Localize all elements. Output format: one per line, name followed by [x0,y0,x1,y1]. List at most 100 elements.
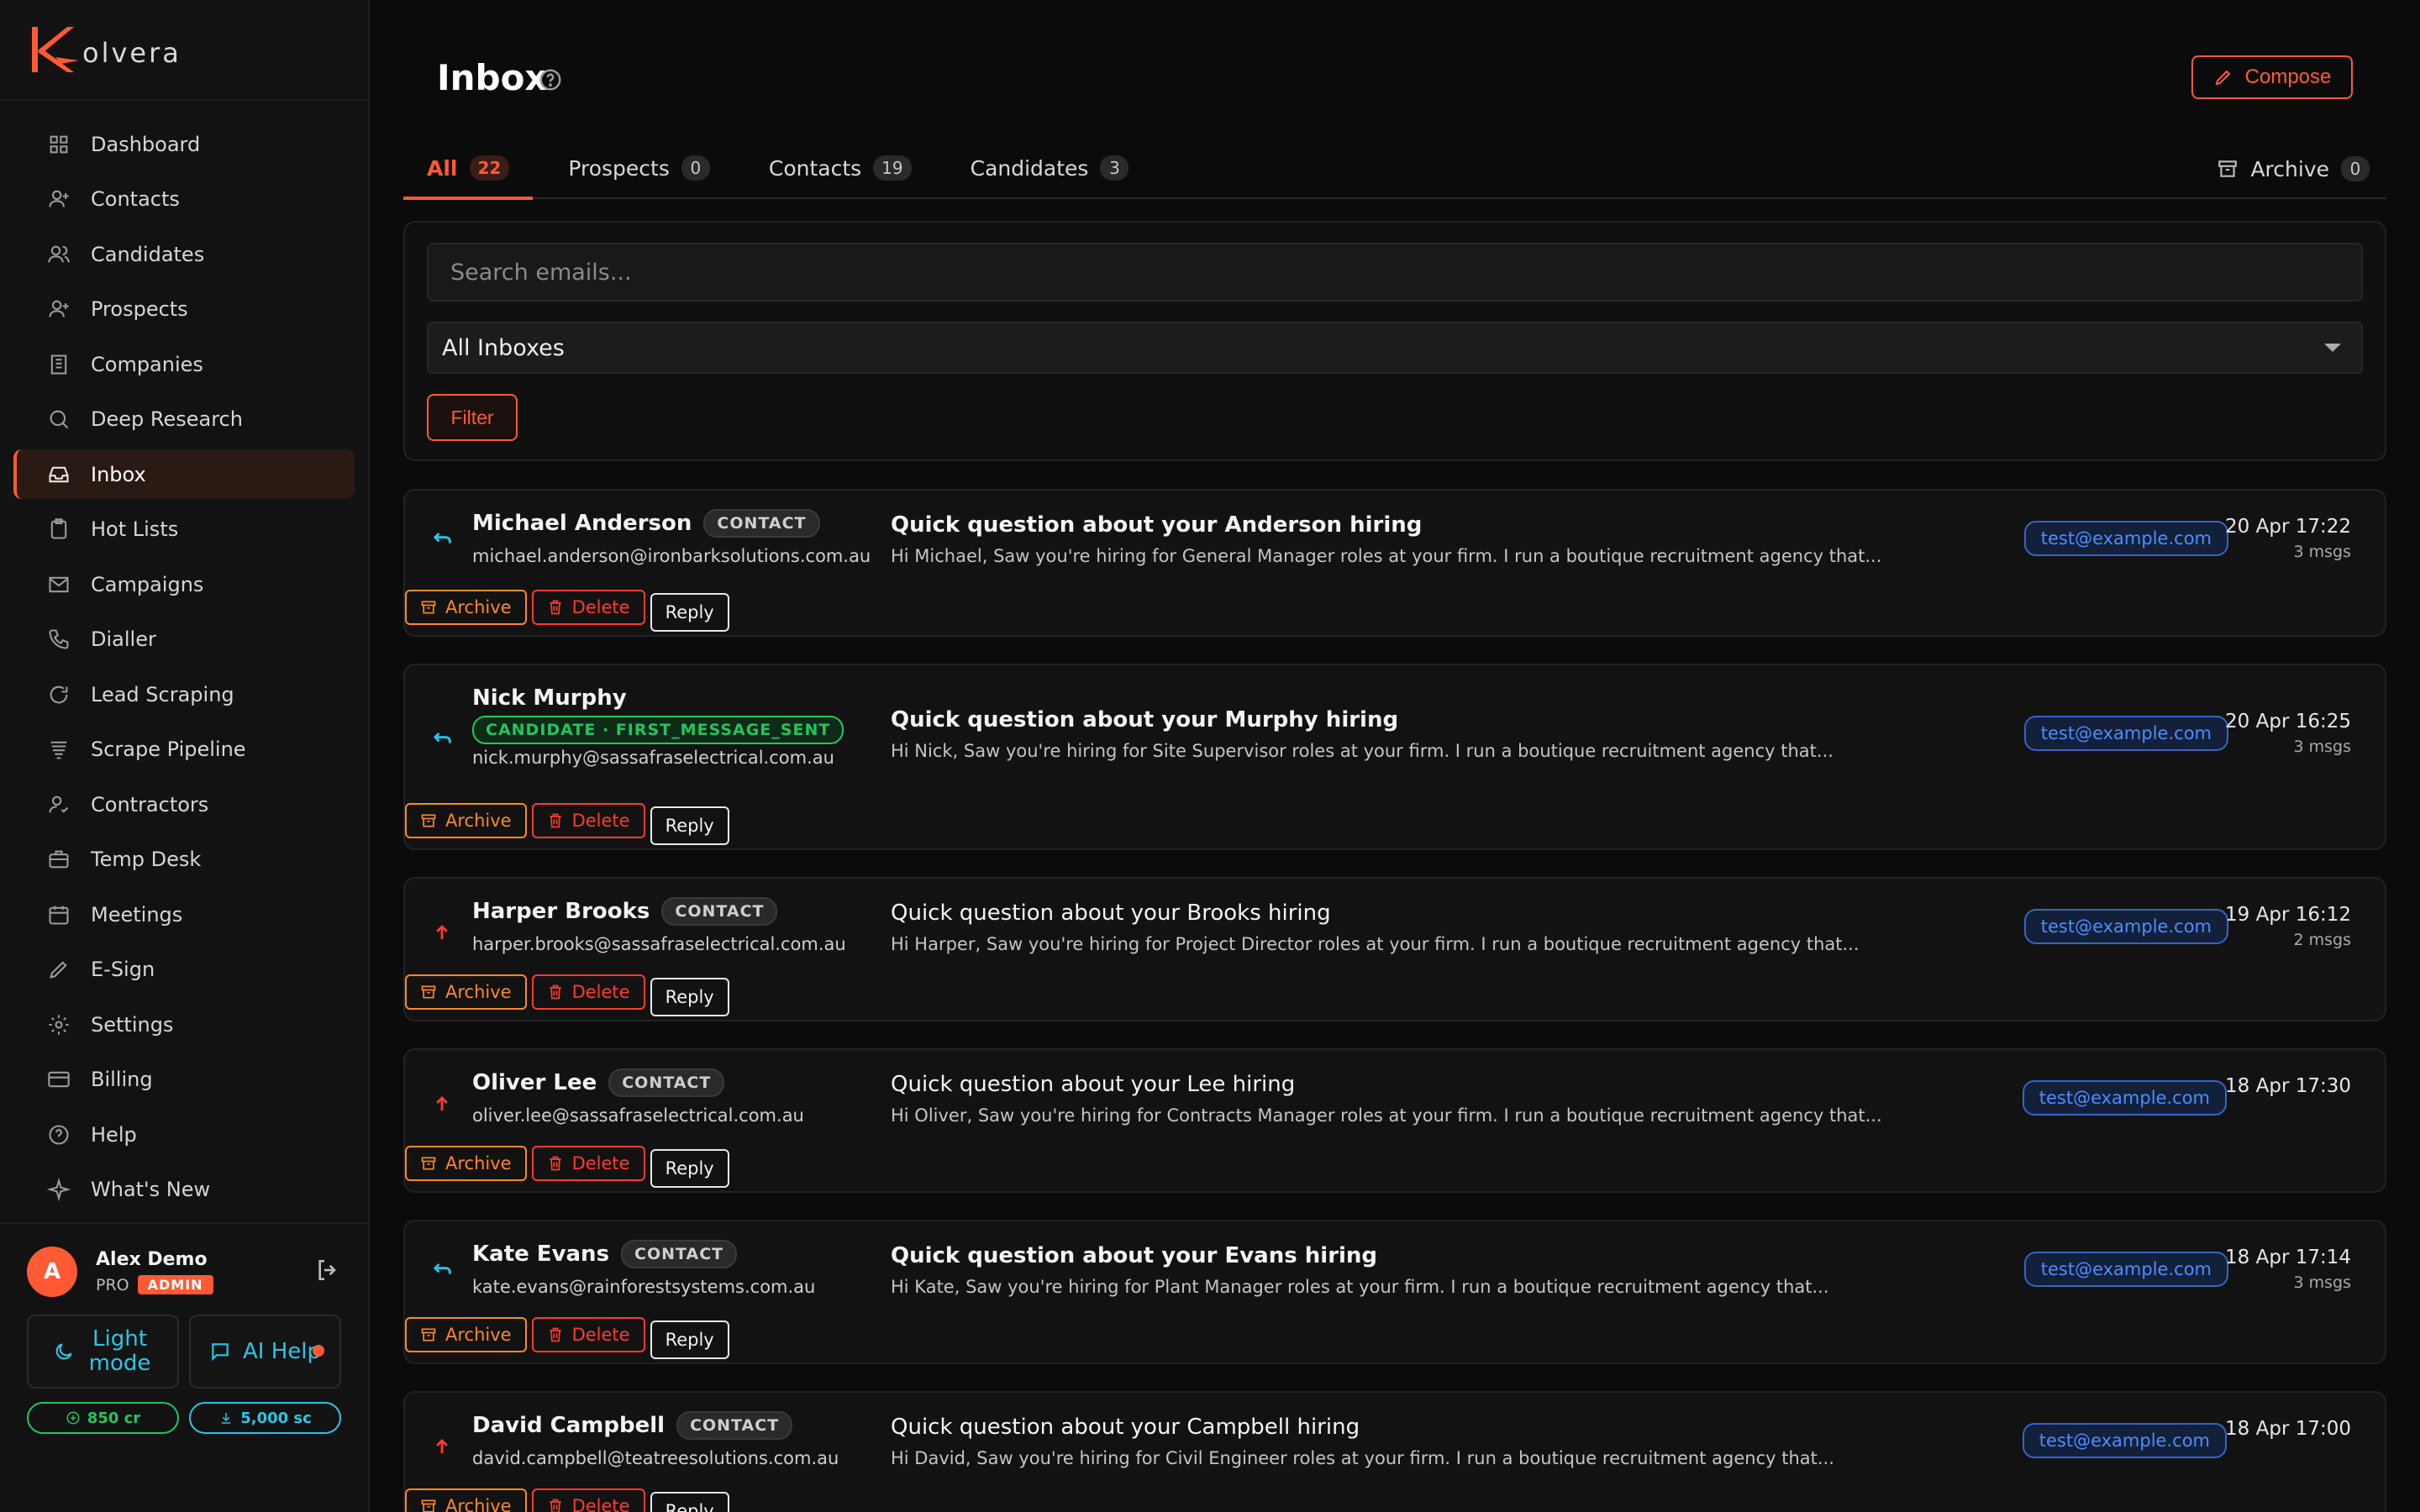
page-header: Inbox Compose [403,0,2386,155]
sender-name: Michael Anderson [472,511,692,536]
tab-count: 22 [469,155,510,181]
download-icon [221,1413,231,1424]
reply-button[interactable]: Reply [650,1492,729,1512]
credits-badge[interactable]: 850 cr [27,1402,179,1434]
email-row[interactable]: Michael Anderson CONTACT michael.anderson@… [403,489,2386,637]
delete-button[interactable]: Delete [531,974,645,1010]
help-icon[interactable] [538,67,563,92]
archive-icon [421,1157,436,1170]
archive-button[interactable]: Archive [405,590,527,625]
sidebar-item-billing[interactable]: Billing [13,1055,355,1105]
inbox-select[interactable]: All Inboxes [427,322,2363,374]
sidebar-item-contacts[interactable]: Contacts [13,175,355,224]
sidebar-item-inbox[interactable]: Inbox [13,449,355,499]
sidebar-item-settings[interactable]: Settings [13,1000,355,1049]
layers-icon [47,738,71,761]
recipient-badge[interactable]: test@example.com [2022,1080,2227,1116]
ai-help-button[interactable]: AI Help [189,1315,341,1389]
archive-button[interactable]: Archive [405,1146,527,1181]
sidebar-item-candidates[interactable]: Candidates [13,229,355,279]
sidebar-item-temp-desk[interactable]: Temp Desk [13,835,355,885]
reply-label: Reply [665,987,714,1007]
recipient-badge[interactable]: test@example.com [2023,521,2228,556]
sidebar-item-deep-research[interactable]: Deep Research [13,395,355,444]
search-input[interactable] [427,243,2363,302]
email-preview: Hi Michael, Saw you're hiring for Genera… [891,546,1882,566]
sidebar-item-lead-scraping[interactable]: Lead Scraping [13,669,355,719]
reply-button[interactable]: Reply [650,1149,729,1188]
user-plus-icon [47,297,71,321]
logout-button[interactable] [314,1257,341,1287]
recipient-badge[interactable]: test@example.com [2023,716,2228,751]
sidebar-item-label: Meetings [91,902,183,927]
compose-button[interactable]: Compose [2191,55,2353,99]
reply-label: Reply [665,1330,714,1350]
sidebar-item-meetings[interactable]: Meetings [13,890,355,939]
recipient-badge[interactable]: test@example.com [2023,1252,2228,1287]
sidebar-item-companies[interactable]: Companies [13,339,355,389]
email-list: Michael Anderson CONTACT michael.anderson@… [403,489,2386,1512]
sidebar-item-e-sign[interactable]: E-Sign [13,945,355,995]
sidebar-item-label: Candidates [91,242,205,266]
light-mode-button[interactable]: Light mode [27,1315,179,1389]
sidebar-item-what-s-new[interactable]: What's New [13,1165,355,1215]
reply-arrow-icon [430,727,454,751]
email-row[interactable]: Nick Murphy CANDIDATE · FIRST_MESSAGE_SEN… [403,664,2386,850]
email-row[interactable]: David Campbell CONTACT david.campbell@teat… [403,1391,2386,1512]
archive-icon [421,814,436,827]
reply-button[interactable]: Reply [650,593,729,632]
help-circle-icon [47,1123,71,1147]
tab-count: 0 [681,155,710,181]
sidebar-item-prospects[interactable]: Prospects [13,285,355,334]
reply-button[interactable]: Reply [650,978,729,1016]
tab-archive-label: Archive [2250,156,2329,181]
email-row[interactable]: Oliver Lee CONTACT oliver.lee@sassafrasele… [403,1048,2386,1193]
archive-button[interactable]: Archive [405,1488,527,1512]
user-check-icon [47,793,71,816]
avatar[interactable]: A [27,1247,77,1297]
sidebar-item-help[interactable]: Help [13,1110,355,1159]
delete-button[interactable]: Delete [531,590,645,625]
archive-button[interactable]: Archive [405,1317,527,1352]
scrape-credits-badge[interactable]: 5,000 sc [189,1402,341,1434]
inbox-tabs: All 22 Prospects 0 Contacts 19 Candidates 3 Arc… [403,138,2386,200]
email-row[interactable]: Kate Evans CONTACT kate.evans@rainforestsy… [403,1220,2386,1364]
sidebar-item-contractors[interactable]: Contractors [13,780,355,829]
caret-down-icon [2324,344,2341,352]
recipient-badge[interactable]: test@example.com [2023,909,2228,944]
logo[interactable]: olvera [0,0,368,101]
reply-button[interactable]: Reply [650,1320,729,1359]
user-profile: A Alex Demo PRO ADMIN [27,1242,341,1301]
tab-archive[interactable]: Archive 0 [2217,139,2370,199]
filter-button[interactable]: Filter [427,394,518,441]
email-preview: Hi David, Saw you're hiring for Civil En… [891,1448,1834,1468]
tab-contacts[interactable]: Contacts 19 [745,138,935,198]
tab-prospects[interactable]: Prospects 0 [544,138,734,198]
sidebar-footer: A Alex Demo PRO ADMIN Light mode AI Help… [0,1222,368,1434]
contact-tag: CONTACT [621,1240,738,1268]
sidebar-item-hot-lists[interactable]: Hot Lists [13,505,355,554]
sidebar-item-dashboard[interactable]: Dashboard [13,119,355,169]
delete-button[interactable]: Delete [531,1317,645,1352]
sidebar-item-campaigns[interactable]: Campaigns [13,559,355,609]
delete-button[interactable]: Delete [531,1146,645,1181]
filter-panel: All Inboxes Filter [403,221,2386,461]
coin-icon [66,1411,80,1425]
delete-button[interactable]: Delete [531,1488,645,1512]
sidebar-nav: Dashboard Contacts Candidates Prospects Comp… [0,101,368,1215]
calendar-icon [47,903,71,927]
sidebar-item-scrape-pipeline[interactable]: Scrape Pipeline [13,725,355,774]
tab-all[interactable]: All 22 [403,138,534,200]
sidebar-item-dialler[interactable]: Dialler [13,615,355,664]
recipient-badge[interactable]: test@example.com [2022,1423,2227,1458]
email-row[interactable]: Harper Brooks CONTACT harper.brooks@sassaf… [403,877,2386,1021]
delete-button[interactable]: Delete [531,803,645,838]
archive-button[interactable]: Archive [405,803,527,838]
email-date: 18 Apr 17:00 [2225,1418,2351,1440]
reply-button[interactable]: Reply [650,806,729,845]
reply-label: Reply [665,1501,714,1512]
sidebar-item-label: Dashboard [91,132,201,156]
archive-button[interactable]: Archive [405,974,527,1010]
tab-candidates[interactable]: Candidates 3 [947,138,1153,198]
archive-label: Archive [445,982,512,1002]
